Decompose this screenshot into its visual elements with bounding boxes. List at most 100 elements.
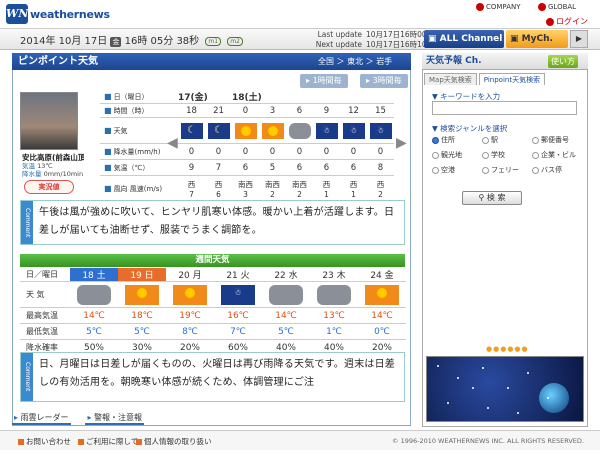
camera-rain: 0mm/10min bbox=[43, 170, 84, 178]
wind-direction: 西 bbox=[187, 179, 196, 189]
weekly-low: 5℃ bbox=[134, 326, 150, 337]
bullet-icon: ■ bbox=[104, 147, 112, 156]
mych-dropdown-icon[interactable]: ▶ bbox=[570, 30, 588, 48]
tab-warnings[interactable]: ▸ 警報・注意報 bbox=[85, 412, 144, 425]
crumb-all[interactable]: 全国 bbox=[318, 57, 334, 66]
wind-speed: 1 bbox=[324, 189, 329, 199]
mych-button[interactable]: ▣ MyCh. bbox=[506, 30, 568, 48]
all-channel-button[interactable]: ▣ ALL Channel bbox=[424, 30, 504, 48]
row-label-text: 天気 bbox=[113, 126, 128, 135]
company-link[interactable]: COMPANY bbox=[476, 3, 521, 11]
weekly-weather bbox=[358, 282, 406, 307]
camera-info: 気温 13℃ 降水量 0mm/10min bbox=[22, 162, 83, 178]
weather-cell: ☃ bbox=[367, 118, 394, 143]
arrow-icon: ▸ bbox=[87, 413, 92, 422]
star-icon bbox=[457, 377, 459, 379]
crumb-pref[interactable]: 岩手 bbox=[376, 57, 392, 66]
terms-link[interactable]: ご利用に際して bbox=[78, 436, 138, 447]
precip-row-cell: 0 bbox=[296, 146, 303, 157]
privacy-link[interactable]: 個人情報の取り扱い bbox=[136, 436, 212, 447]
genre-option[interactable]: 住所 bbox=[432, 135, 480, 145]
weekly-high: 13℃ bbox=[323, 310, 345, 321]
genre-option[interactable]: バス停 bbox=[532, 165, 580, 175]
login-link[interactable]: ログイン bbox=[546, 16, 588, 27]
genre-option[interactable]: 観光地 bbox=[432, 150, 480, 160]
temp-row: 9 7 6 5 6 6 6 8 bbox=[178, 160, 394, 176]
global-link[interactable]: GLOBAL bbox=[538, 3, 576, 11]
precip-row-cell: 0 bbox=[377, 146, 384, 157]
tab-3-hour[interactable]: ▸ 3時間毎 bbox=[360, 74, 408, 88]
genre-option[interactable]: 郵便番号 bbox=[532, 135, 580, 145]
genre-label-text: 観光地 bbox=[441, 151, 462, 159]
tab-rain-radar-label: 雨雲レーダー bbox=[20, 413, 69, 422]
brand-name[interactable]: weathernews bbox=[30, 8, 110, 21]
genre-option[interactable]: 空港 bbox=[432, 165, 480, 175]
wind-speed: 2 bbox=[297, 189, 302, 199]
sunny-icon bbox=[365, 284, 399, 305]
weekly-day[interactable]: 20 月 bbox=[166, 268, 214, 281]
weekly-day[interactable]: 21 火 bbox=[214, 268, 262, 281]
sunny-icon bbox=[125, 284, 159, 305]
tab-rain-radar[interactable]: ▸ 雨雲レーダー bbox=[12, 412, 71, 425]
genre-option[interactable]: 駅 bbox=[482, 135, 530, 145]
genre-option[interactable]: 企業・ビル bbox=[532, 150, 580, 160]
radio-icon[interactable] bbox=[532, 136, 539, 144]
tab-map-search[interactable]: Map天気検索 bbox=[424, 73, 477, 85]
weekly-day[interactable]: 22 水 bbox=[262, 268, 310, 281]
current-date: 2014年 10月 17日 bbox=[20, 36, 108, 47]
prev-arrow-icon[interactable]: ◀ bbox=[167, 135, 178, 151]
radio-icon[interactable] bbox=[482, 136, 489, 144]
radio-icon[interactable] bbox=[432, 166, 439, 174]
weekly-day[interactable]: 24 金 bbox=[358, 268, 406, 281]
weekly-high: 14℃ bbox=[275, 310, 297, 321]
precip-row: 0 0 0 0 0 0 0 0 bbox=[178, 144, 394, 160]
live-camera-image[interactable] bbox=[20, 92, 78, 150]
genre-label-text: フェリー bbox=[491, 166, 519, 174]
keyword-input[interactable] bbox=[432, 101, 577, 115]
tab-1-hour[interactable]: ▸ 1時間毎 bbox=[300, 74, 348, 88]
star-icon bbox=[482, 367, 484, 369]
weathernews-logo[interactable]: WN bbox=[6, 4, 28, 24]
carousel-dots[interactable]: ●●●●●● bbox=[486, 345, 529, 353]
genre-label-text: 郵便番号 bbox=[541, 136, 569, 144]
genre-option[interactable]: フェリー bbox=[482, 165, 530, 175]
weekly-day[interactable]: 23 木 bbox=[310, 268, 358, 281]
genre-option[interactable]: 学校 bbox=[482, 150, 530, 160]
search-button[interactable]: ⚲ 検 索 bbox=[462, 191, 522, 205]
weekly-high-row: 14℃ 18℃ 19℃ 16℃ 14℃ 13℃ 14℃ bbox=[70, 308, 406, 324]
weekly-day[interactable]: 18 土 bbox=[70, 268, 118, 281]
genre-label-text: 学校 bbox=[491, 151, 505, 159]
badge-m1[interactable]: m1 bbox=[205, 36, 222, 46]
hourly-comment: Comment 午後は風が強めに吹いて、ヒンヤリ肌寒い体感。暖かい上着が活躍しま… bbox=[20, 200, 405, 245]
radio-icon[interactable] bbox=[482, 166, 489, 174]
radio-icon[interactable] bbox=[432, 136, 439, 144]
radio-icon[interactable] bbox=[532, 166, 539, 174]
ad-banner[interactable] bbox=[426, 356, 584, 422]
radio-icon[interactable] bbox=[532, 151, 539, 159]
weather-cell: ☾ bbox=[178, 118, 205, 143]
report-button[interactable]: 実況値 bbox=[24, 180, 74, 194]
wind-speed: 2 bbox=[270, 189, 275, 199]
radio-icon[interactable] bbox=[482, 151, 489, 159]
tab-pinpoint-search[interactable]: Pinpoint天気検索 bbox=[478, 73, 546, 85]
weekly-high: 19℃ bbox=[179, 310, 201, 321]
weekly-row-label: 日／曜日 bbox=[20, 268, 70, 282]
cloud-icon bbox=[317, 284, 351, 305]
earth-icon bbox=[539, 383, 569, 413]
snow-icon: ☃ bbox=[315, 122, 338, 139]
weekly-day[interactable]: 19 日 bbox=[118, 268, 166, 281]
wind-speed: 3 bbox=[243, 189, 248, 199]
crumb-region[interactable]: 東北 bbox=[347, 57, 363, 66]
current-datetime: 2014年 10月 17日 金 16時 05分 38秒 m1 m2 bbox=[20, 32, 243, 47]
search-button-label: 検 索 bbox=[486, 193, 506, 202]
radio-icon[interactable] bbox=[432, 151, 439, 159]
temp-row-cell: 5 bbox=[269, 162, 276, 173]
weekly-row-label: 最高気温 bbox=[20, 308, 70, 324]
hourly-forecast-grid: 17(金) 18(土) 18 21 0 3 6 9 12 15 ☾ ☾ ☃ ☃ ☃ 0 0 0 0 0 0 0 0 9 7 6 5 6… bbox=[178, 90, 394, 202]
how-to-use-button[interactable]: 使い方 bbox=[548, 55, 578, 68]
next-arrow-icon[interactable]: ▶ bbox=[396, 135, 407, 151]
badge-m2[interactable]: m2 bbox=[227, 36, 243, 46]
sunny-icon bbox=[234, 122, 257, 139]
precip-row-cell: 0 bbox=[242, 146, 249, 157]
contact-link[interactable]: お問い合わせ bbox=[18, 436, 71, 447]
